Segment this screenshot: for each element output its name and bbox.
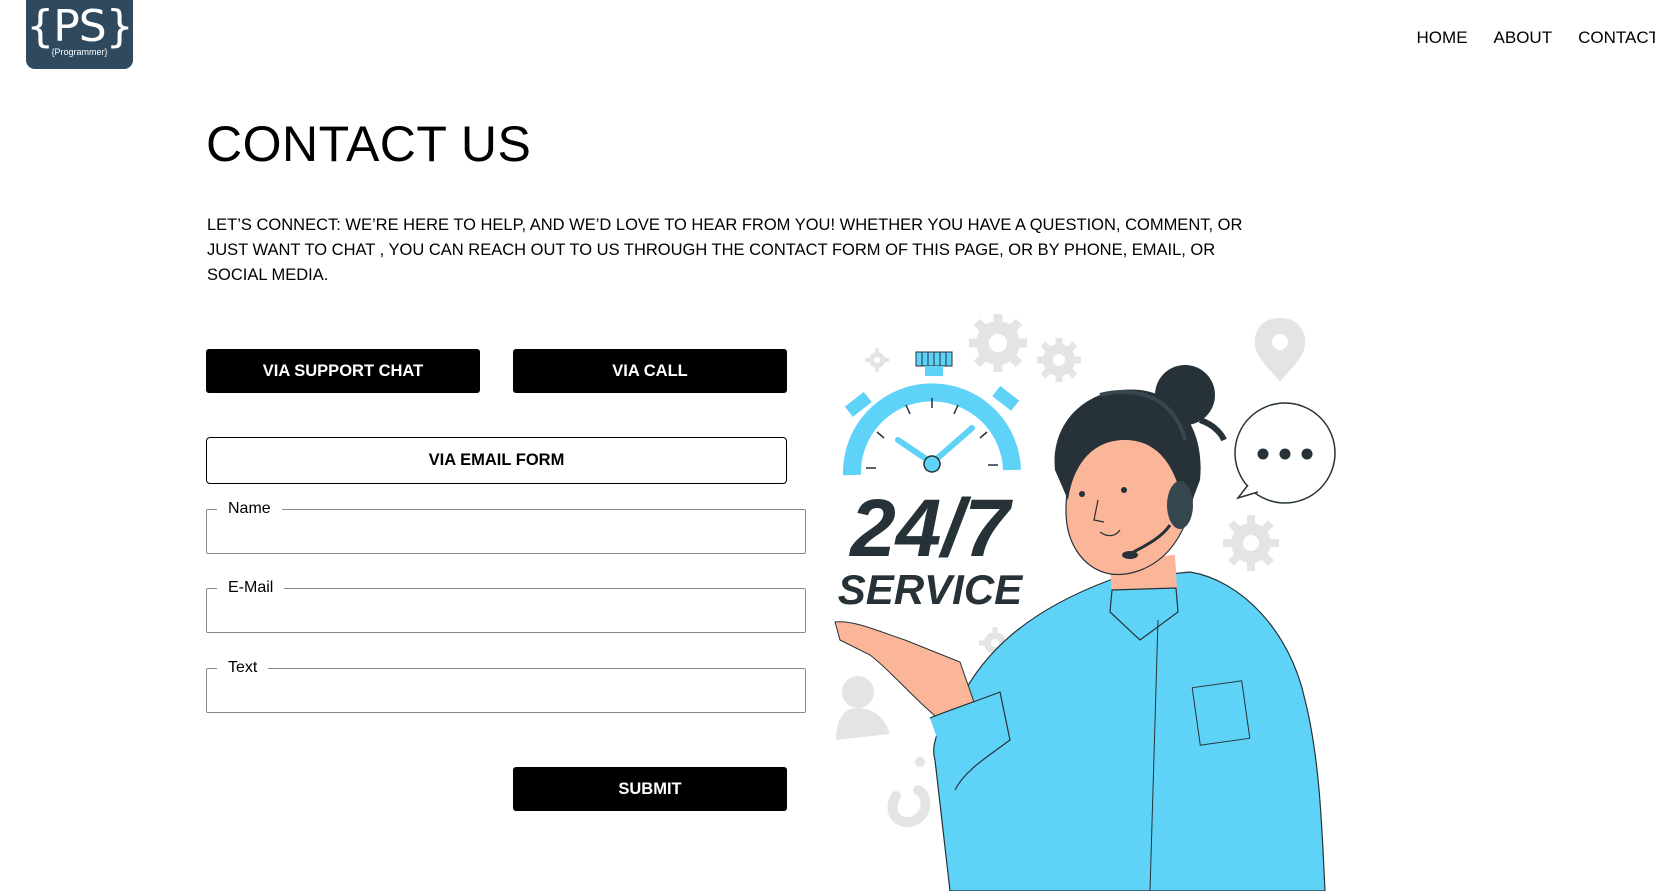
email-input[interactable] <box>217 597 801 629</box>
logo[interactable]: {PS} {Programmer} <box>26 0 134 69</box>
text-fieldset: Text <box>206 659 806 713</box>
stopwatch-icon <box>842 351 1021 476</box>
name-fieldset: Name <box>206 500 806 554</box>
email-fieldset: E-Mail <box>206 579 806 633</box>
call-button[interactable]: VIA CALL <box>513 349 787 393</box>
user-icon <box>836 676 890 740</box>
page-title: CONTACT US <box>206 116 532 172</box>
gear-icon <box>1037 338 1081 382</box>
gear-icon <box>969 314 1027 372</box>
email-form-button[interactable]: VIA EMAIL FORM <box>206 437 787 484</box>
question-mark-icon <box>887 757 931 828</box>
logo-mark: {PS} <box>26 1 133 52</box>
name-label: Name <box>228 500 271 517</box>
support-illustration: 24/7 SERVICE <box>834 314 1336 891</box>
service-hours-text: 24/7 <box>848 483 1013 574</box>
name-input[interactable] <box>217 518 801 550</box>
nav-contact-link[interactable]: CONTACT <box>1578 28 1655 48</box>
nav-about-link[interactable]: ABOUT <box>1494 28 1553 48</box>
support-chat-button[interactable]: VIA SUPPORT CHAT <box>206 349 480 393</box>
speech-bubble-icon <box>1234 402 1336 504</box>
gear-icon <box>865 348 889 372</box>
nav-home-link[interactable]: HOME <box>1417 28 1468 48</box>
gear-icon <box>1223 515 1279 571</box>
email-label: E-Mail <box>228 579 274 596</box>
location-pin-icon <box>1254 318 1306 382</box>
submit-button[interactable]: SUBMIT <box>513 767 787 811</box>
service-label-text: SERVICE <box>838 566 1024 613</box>
text-label: Text <box>228 659 258 676</box>
text-input[interactable] <box>217 677 801 709</box>
top-nav: HOME ABOUT CONTACT <box>1417 28 1655 48</box>
intro-text: LET’S CONNECT: WE’RE HERE TO HELP, AND W… <box>207 216 1243 284</box>
